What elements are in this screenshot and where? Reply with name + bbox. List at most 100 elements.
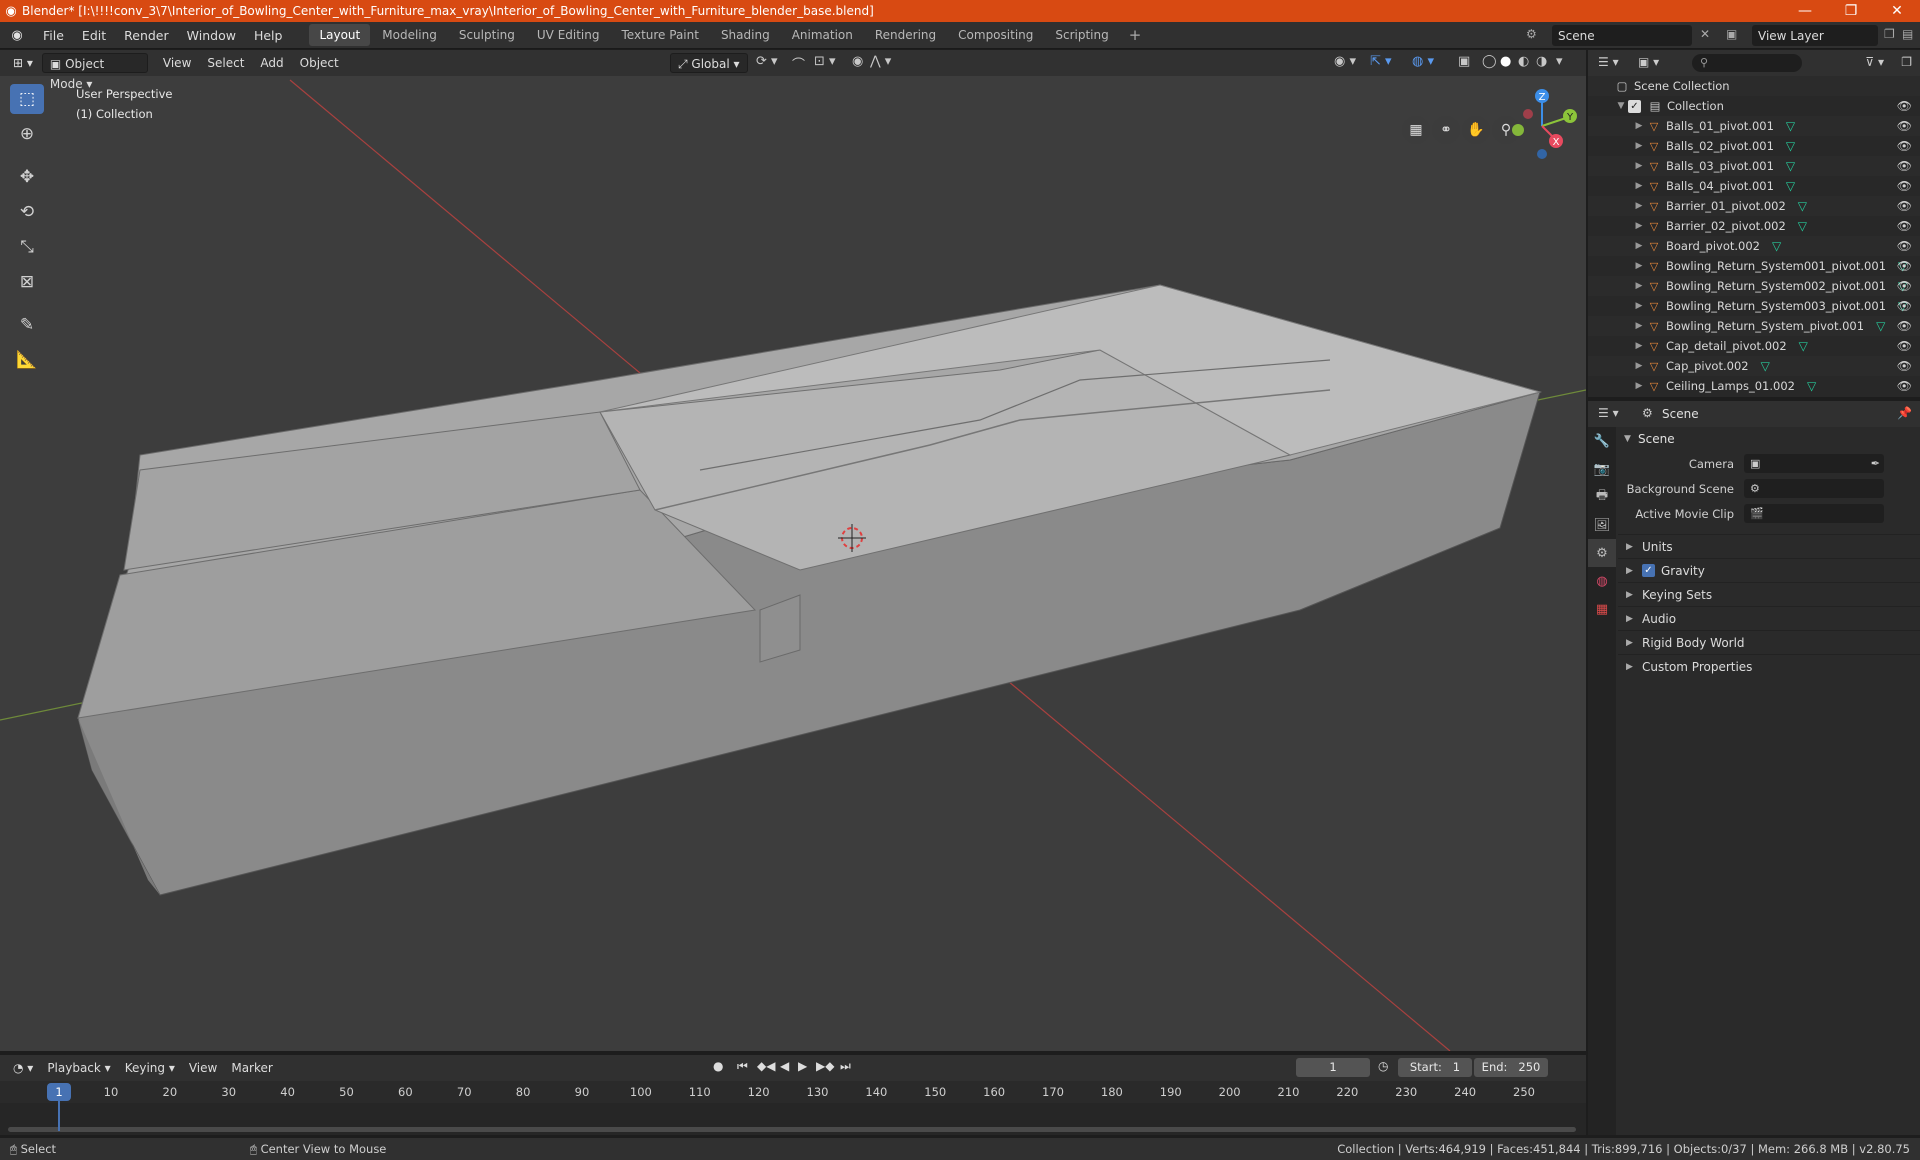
outliner-item[interactable]: ▶ ▽ Balls_01_pivot.001 ▽ 👁 <box>1588 116 1920 136</box>
shading-options-icon[interactable]: ▾ <box>1556 54 1563 69</box>
transform-orientation-dropdown[interactable]: ⤢ Global ▾ <box>670 53 748 73</box>
tab-rendering[interactable]: Rendering <box>865 24 946 46</box>
tab-shading[interactable]: Shading <box>711 24 780 46</box>
tab-animation[interactable]: Animation <box>782 24 863 46</box>
timeline-scrollbar[interactable] <box>8 1127 1576 1132</box>
tab-modeling[interactable]: Modeling <box>372 24 447 46</box>
mesh-data-icon[interactable]: ▽ <box>1799 339 1808 353</box>
custom-properties-panel[interactable]: ▶ Custom Properties <box>1618 654 1920 678</box>
expand-icon[interactable]: ▶ <box>1632 301 1646 311</box>
outliner-item[interactable]: ▶ ▽ Bowling_Return_System003_pivot.001 ▽ 👁 <box>1588 296 1920 316</box>
pin-icon[interactable]: 📌 <box>1897 406 1912 420</box>
outliner-item[interactable]: ▶ ▽ Balls_04_pivot.001 ▽ 👁 <box>1588 176 1920 196</box>
eye-icon[interactable]: 👁 <box>1897 199 1912 213</box>
tab-uv-editing[interactable]: UV Editing <box>527 24 610 46</box>
expand-icon[interactable]: ▶ <box>1632 381 1646 391</box>
mesh-data-icon[interactable]: ▽ <box>1761 359 1770 373</box>
world-tab-icon[interactable]: ◍ <box>1588 567 1616 595</box>
expand-icon[interactable]: ▶ <box>1632 361 1646 371</box>
outliner-collection[interactable]: ▼ ✓ ▤ Collection 👁 <box>1588 96 1920 116</box>
scene-tab-icon[interactable]: ⚙ <box>1588 539 1616 567</box>
outliner-item[interactable]: ▶ ▽ Bowling_Return_System_pivot.001 ▽ 👁 <box>1588 316 1920 336</box>
expand-icon[interactable]: ▶ <box>1632 141 1646 151</box>
transform-icon[interactable]: ⊠ <box>10 267 44 297</box>
eye-icon[interactable]: 👁 <box>1897 219 1912 233</box>
snap-target-icon[interactable]: ⊡ ▾ <box>814 54 836 69</box>
wireframe-shading-icon[interactable]: ◯ <box>1482 54 1497 69</box>
tab-sculpting[interactable]: Sculpting <box>449 24 525 46</box>
eye-icon[interactable]: 👁 <box>1897 239 1912 253</box>
move-icon[interactable]: ✥ <box>10 162 44 192</box>
jump-start-icon[interactable]: ⏮ <box>737 1059 748 1074</box>
menu-window[interactable]: Window <box>178 22 245 49</box>
cursor-icon[interactable]: ⊕ <box>10 119 44 149</box>
view-layer-remove-icon[interactable]: ▤ <box>1902 27 1913 41</box>
eye-icon[interactable]: 👁 <box>1897 359 1912 373</box>
view-layer-new-icon[interactable]: ❐ <box>1884 27 1895 41</box>
timeline-track[interactable] <box>0 1103 1586 1135</box>
collection-checkbox[interactable]: ✓ <box>1628 99 1641 113</box>
snap-icon[interactable]: ⌒ <box>792 54 805 73</box>
viewport-menu-add[interactable]: Add <box>253 53 290 73</box>
keying-sets-panel[interactable]: ▶ Keying Sets <box>1618 582 1920 606</box>
eye-icon[interactable]: 👁 <box>1897 159 1912 173</box>
gravity-panel[interactable]: ▶ ✓ Gravity <box>1618 558 1920 582</box>
outliner-item[interactable]: ▶ ▽ Board_pivot.002 ▽ 👁 <box>1588 236 1920 256</box>
camera-view-icon[interactable]: ⚭ <box>1432 116 1460 144</box>
timeline-ruler[interactable]: 10 20 30 40 50 60 70 80 90 100 110 120 130 140 150 160 1… <box>0 1081 1586 1103</box>
play-reverse-icon[interactable]: ◀ <box>780 1059 789 1073</box>
outliner-item[interactable]: ▶ ▽ Barrier_01_pivot.002 ▽ 👁 <box>1588 196 1920 216</box>
measure-icon[interactable]: 📐 <box>10 345 44 375</box>
tab-layout[interactable]: Layout <box>309 24 371 46</box>
material-shading-icon[interactable]: ◐ <box>1518 54 1529 69</box>
eye-icon[interactable]: 👁 <box>1897 139 1912 153</box>
eye-icon[interactable]: 👁 <box>1897 259 1912 273</box>
mesh-data-icon[interactable]: ▽ <box>1786 179 1795 193</box>
expand-icon[interactable]: ▶ <box>1632 181 1646 191</box>
timeline-menu-playback[interactable]: Playback ▾ <box>40 1061 117 1075</box>
outliner-item[interactable]: ▶ ▽ Cap_pivot.002 ▽ 👁 <box>1588 356 1920 376</box>
menu-help[interactable]: Help <box>245 22 292 49</box>
falloff-icon[interactable]: ⋀ ▾ <box>870 54 891 69</box>
close-icon[interactable]: ✕ <box>1874 3 1920 19</box>
eye-icon[interactable]: 👁 <box>1897 339 1912 353</box>
outliner-item[interactable]: ▶ ▽ Balls_03_pivot.001 ▽ 👁 <box>1588 156 1920 176</box>
scale-icon[interactable]: ⤡ <box>10 232 44 262</box>
expand-icon[interactable]: ▶ <box>1632 341 1646 351</box>
expand-icon[interactable]: ▶ <box>1632 281 1646 291</box>
start-frame-field[interactable]: Start: 1 <box>1398 1058 1472 1077</box>
viewport-menu-object[interactable]: Object <box>293 53 346 73</box>
filter-icon[interactable]: ⊽ ▾ <box>1865 55 1884 69</box>
outliner-item[interactable]: ▶ ▽ Barrier_02_pivot.002 ▽ 👁 <box>1588 216 1920 236</box>
scene-close-icon[interactable]: ✕ <box>1700 27 1710 41</box>
timeline-editor-type-icon[interactable]: ◔ ▾ <box>6 1061 40 1075</box>
viewport-menu-select[interactable]: Select <box>200 53 251 73</box>
output-tab-icon[interactable]: 🖶 <box>1588 483 1616 511</box>
eye-icon[interactable]: 👁 <box>1897 99 1912 113</box>
tab-scripting[interactable]: Scripting <box>1045 24 1118 46</box>
blender-menu-icon[interactable]: ◉ <box>0 28 34 43</box>
mesh-data-icon[interactable]: ▽ <box>1798 219 1807 233</box>
expand-icon[interactable]: ▶ <box>1632 161 1646 171</box>
end-frame-field[interactable]: End: 250 <box>1474 1058 1548 1077</box>
current-frame-field[interactable]: 1 <box>1296 1058 1370 1077</box>
expand-icon[interactable]: ▶ <box>1632 121 1646 131</box>
toggle-grid-icon[interactable]: ▦ <box>1402 116 1430 144</box>
new-collection-icon[interactable]: ❐ <box>1901 55 1912 69</box>
next-keyframe-icon[interactable]: ▶◆ <box>816 1059 834 1073</box>
rigid-body-world-panel[interactable]: ▶ Rigid Body World <box>1618 630 1920 654</box>
play-icon[interactable]: ▶ <box>798 1059 807 1073</box>
menu-edit[interactable]: Edit <box>73 22 115 49</box>
viewport-menu-view[interactable]: View <box>156 53 198 73</box>
view-layer-icon[interactable]: ▣ <box>1726 27 1737 41</box>
prev-keyframe-icon[interactable]: ◆◀ <box>757 1059 775 1073</box>
editor-type-icon[interactable]: ⊞ ▾ <box>6 53 40 73</box>
outliner-item[interactable]: ▶ ▽ Ceiling_Lamps_01.002 ▽ 👁 <box>1588 376 1920 396</box>
jump-end-icon[interactable]: ⏭ <box>840 1059 851 1074</box>
menu-render[interactable]: Render <box>115 22 178 49</box>
eyedropper-icon[interactable]: ✒ <box>1871 454 1880 473</box>
visibility-icon[interactable]: ◉ ▾ <box>1334 54 1356 69</box>
select-box-icon[interactable]: ⬚ <box>10 84 44 114</box>
outliner-item[interactable]: ▶ ▽ Cap_detail_pivot.002 ▽ 👁 <box>1588 336 1920 356</box>
background-scene-field[interactable]: ⚙ <box>1744 479 1884 498</box>
